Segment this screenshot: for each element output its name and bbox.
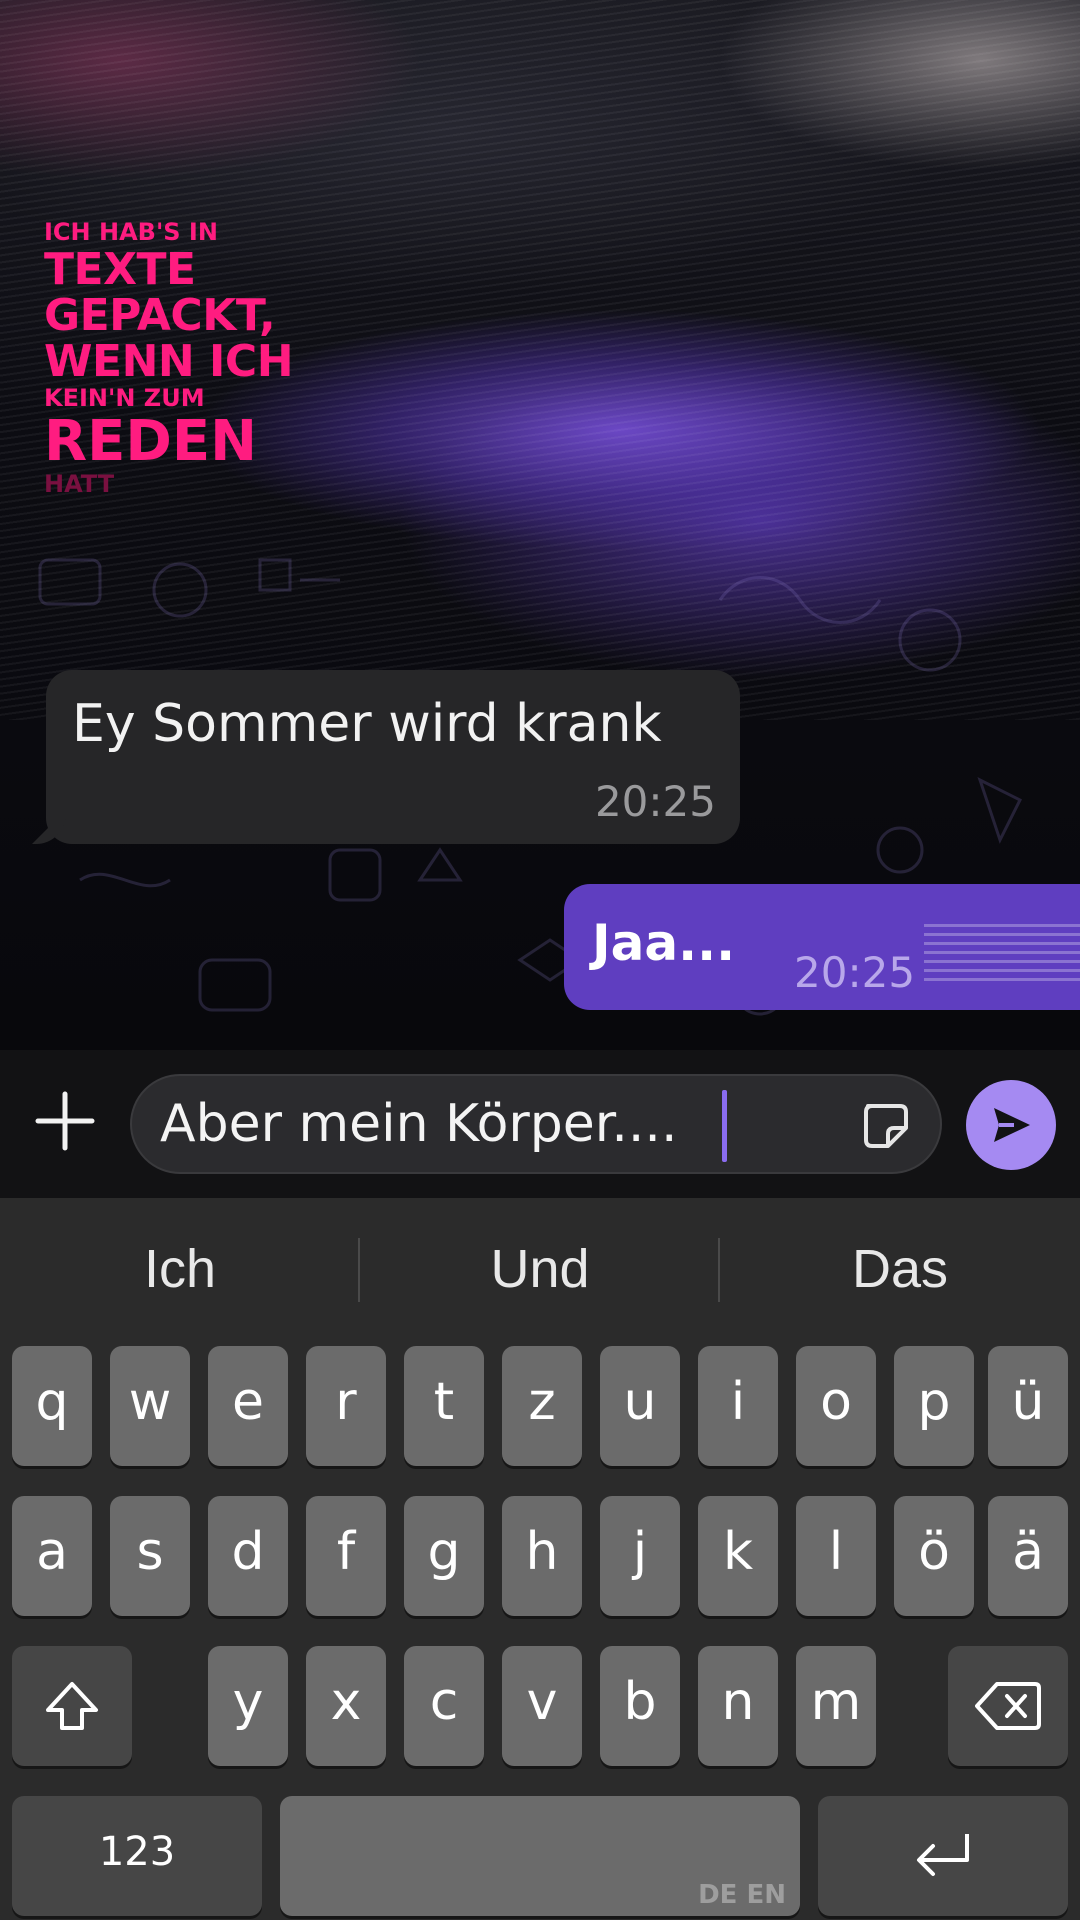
suggestion-item[interactable]: Ich [30,1238,330,1300]
suggestion-divider [718,1238,720,1302]
key-o[interactable]: o [796,1346,876,1466]
key-w[interactable]: w [110,1346,190,1466]
key-x[interactable]: x [306,1646,386,1766]
shift-key[interactable] [12,1646,132,1766]
return-icon [917,1834,969,1876]
suggestion-bar: Ich Und Das [0,1198,1080,1338]
key-ue[interactable]: ü [988,1346,1068,1466]
sticker-button[interactable] [858,1098,914,1154]
key-d[interactable]: d [208,1496,288,1616]
key-a[interactable]: a [12,1496,92,1616]
key-b[interactable]: b [600,1646,680,1766]
motion-blur [924,924,1080,984]
message-text: Jaa... [592,914,736,972]
return-key[interactable] [818,1796,1068,1916]
sticker-icon [864,1104,908,1148]
key-l[interactable]: l [796,1496,876,1616]
space-bar[interactable]: DE EN [280,1796,800,1916]
key-u[interactable]: u [600,1346,680,1466]
key-j[interactable]: j [600,1496,680,1616]
key-oe[interactable]: ö [894,1496,974,1616]
message-input[interactable] [160,1090,840,1158]
key-h[interactable]: h [502,1496,582,1616]
key-q[interactable]: q [12,1346,92,1466]
key-z[interactable]: z [502,1346,582,1466]
key-f[interactable]: f [306,1496,386,1616]
key-n[interactable]: n [698,1646,778,1766]
plus-icon [35,1091,95,1151]
key-p[interactable]: p [894,1346,974,1466]
key-i[interactable]: i [698,1346,778,1466]
key-v[interactable]: v [502,1646,582,1766]
backspace-icon [975,1682,1041,1730]
poster-line: GEPACKT, [44,290,276,341]
shift-icon [46,1682,98,1730]
key-ae[interactable]: ä [988,1496,1068,1616]
poster-line: KEIN'N ZUM [44,384,205,412]
backspace-key[interactable] [948,1646,1068,1766]
key-g[interactable]: g [404,1496,484,1616]
message-text: Ey Sommer wird krank [72,694,662,754]
key-m[interactable]: m [796,1646,876,1766]
poster-line: HATT [44,470,115,498]
key-s[interactable]: s [110,1496,190,1616]
send-icon [994,1108,1030,1142]
key-r[interactable]: r [306,1346,386,1466]
message-time: 20:25 [794,948,916,997]
poster-line: TEXTE [44,244,196,295]
suggestion-item[interactable]: Das [750,1238,1050,1300]
key-y[interactable]: y [208,1646,288,1766]
key-e[interactable]: e [208,1346,288,1466]
language-hint: DE EN [698,1880,786,1910]
poster-line: WENN ICH [44,336,294,387]
message-input-field[interactable] [130,1074,942,1174]
poster-line: REDEN [44,409,257,474]
key-k[interactable]: k [698,1496,778,1616]
poster-line: ICH HAB'S IN [44,218,218,246]
keyboard: Ich Und Das q w e r t z u i o p ü a s d … [0,1198,1080,1920]
key-c[interactable]: c [404,1646,484,1766]
incoming-message-bubble[interactable]: Ey Sommer wird krank 20:25 [46,670,740,844]
poster-text: ICH HAB'S IN TEXTE GEPACKT, WENN ICH KEI… [44,218,324,496]
message-time: 20:25 [594,777,716,826]
numbers-key[interactable]: 123 [12,1796,262,1916]
suggestion-divider [358,1238,360,1302]
outgoing-message-bubble[interactable]: Jaa... 20:25 [564,884,1080,1010]
send-button[interactable] [966,1080,1056,1170]
suggestion-item[interactable]: Und [390,1238,690,1300]
text-caret [722,1090,727,1162]
attach-button[interactable] [30,1086,100,1156]
key-t[interactable]: t [404,1346,484,1466]
composer-bar [0,1050,1080,1198]
